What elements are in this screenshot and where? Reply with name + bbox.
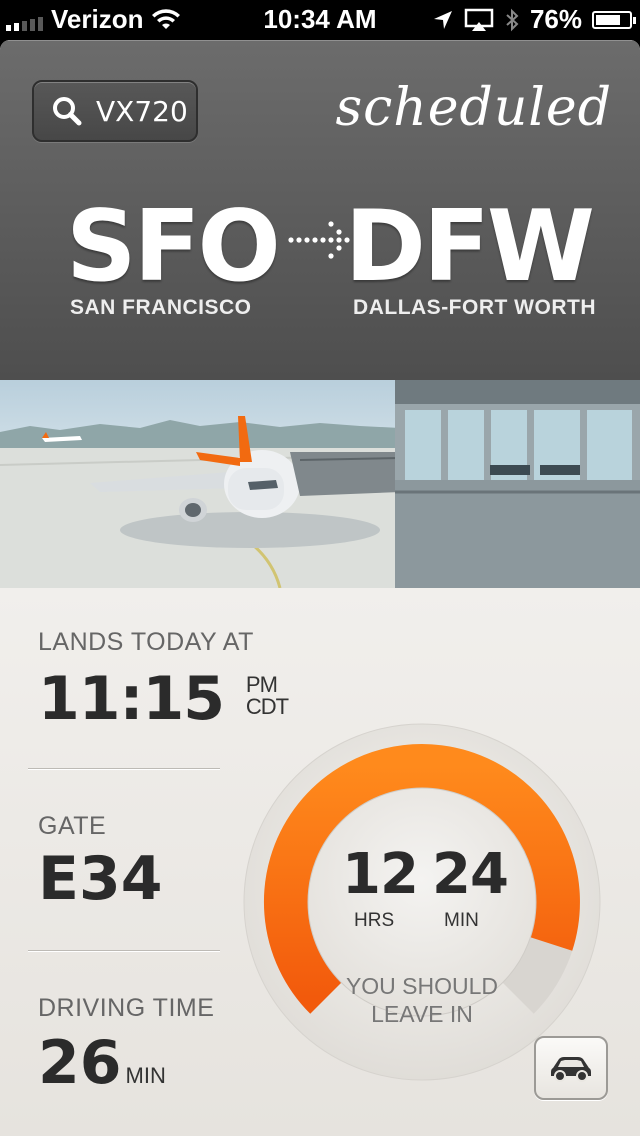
countdown-minutes-unit: MIN: [444, 910, 479, 931]
arrival-label: LANDS TODAY AT: [38, 628, 254, 656]
status-indicators: 76%: [432, 4, 636, 35]
battery-icon: [592, 10, 636, 29]
driving-time-label: DRIVING TIME: [38, 994, 215, 1022]
driving-time-unit: MIN: [125, 1063, 166, 1088]
flight-card: VX720 scheduled SFO DFW SAN FRANCISCO DA…: [0, 40, 640, 1136]
airport-illustration: [0, 380, 640, 588]
divider: [28, 768, 220, 770]
origin-code: SFO: [66, 190, 281, 304]
countdown-hours-unit: HRS: [354, 910, 395, 931]
flight-status: scheduled: [335, 78, 612, 138]
driving-directions-button[interactable]: [534, 1036, 608, 1100]
status-bar: Verizon 10:34 AM 76%: [0, 0, 640, 40]
flight-search-button[interactable]: VX720: [32, 80, 198, 142]
battery-percent: 76%: [529, 4, 582, 34]
countdown-ring: [243, 723, 601, 1081]
arrival-timezone: CDT: [245, 694, 289, 719]
driving-time-value: 26: [38, 1028, 122, 1098]
countdown-caption-line2: LEAVE IN: [371, 1001, 473, 1027]
location-arrow-icon: [433, 10, 452, 29]
flight-number: VX720: [96, 94, 188, 128]
countdown-minutes: 24: [432, 842, 509, 907]
arrival-time: 11:15: [38, 664, 225, 734]
countdown-caption-line1: YOU SHOULD: [345, 973, 499, 999]
flight-details-panel: LANDS TODAY AT 11:15 PM CDT GATE E34 DRI…: [0, 588, 640, 1136]
countdown-hours: 12: [342, 842, 419, 907]
search-icon: [53, 97, 82, 126]
airplay-icon: [464, 8, 494, 31]
flight-header: VX720 scheduled SFO DFW SAN FRANCISCO DA…: [0, 40, 640, 380]
divider: [28, 950, 220, 952]
bluetooth-icon: [506, 8, 519, 31]
destination-city: DALLAS-FORT WORTH: [353, 296, 596, 319]
driving-time-group: 26 MIN: [38, 1028, 166, 1098]
leave-countdown-gauge: 12 24 HRS MIN YOU SHOULD LEAVE IN: [242, 722, 602, 1082]
airplane-at-gate-illustration: [0, 380, 640, 588]
destination-code: DFW: [344, 190, 595, 304]
origin-city: SAN FRANCISCO: [70, 296, 252, 319]
car-icon: [551, 1057, 591, 1082]
gate-value: E34: [38, 844, 163, 914]
arrival-ampm: PM: [245, 672, 278, 697]
gate-label: GATE: [38, 812, 107, 840]
dotted-arrow-icon: [288, 221, 350, 259]
